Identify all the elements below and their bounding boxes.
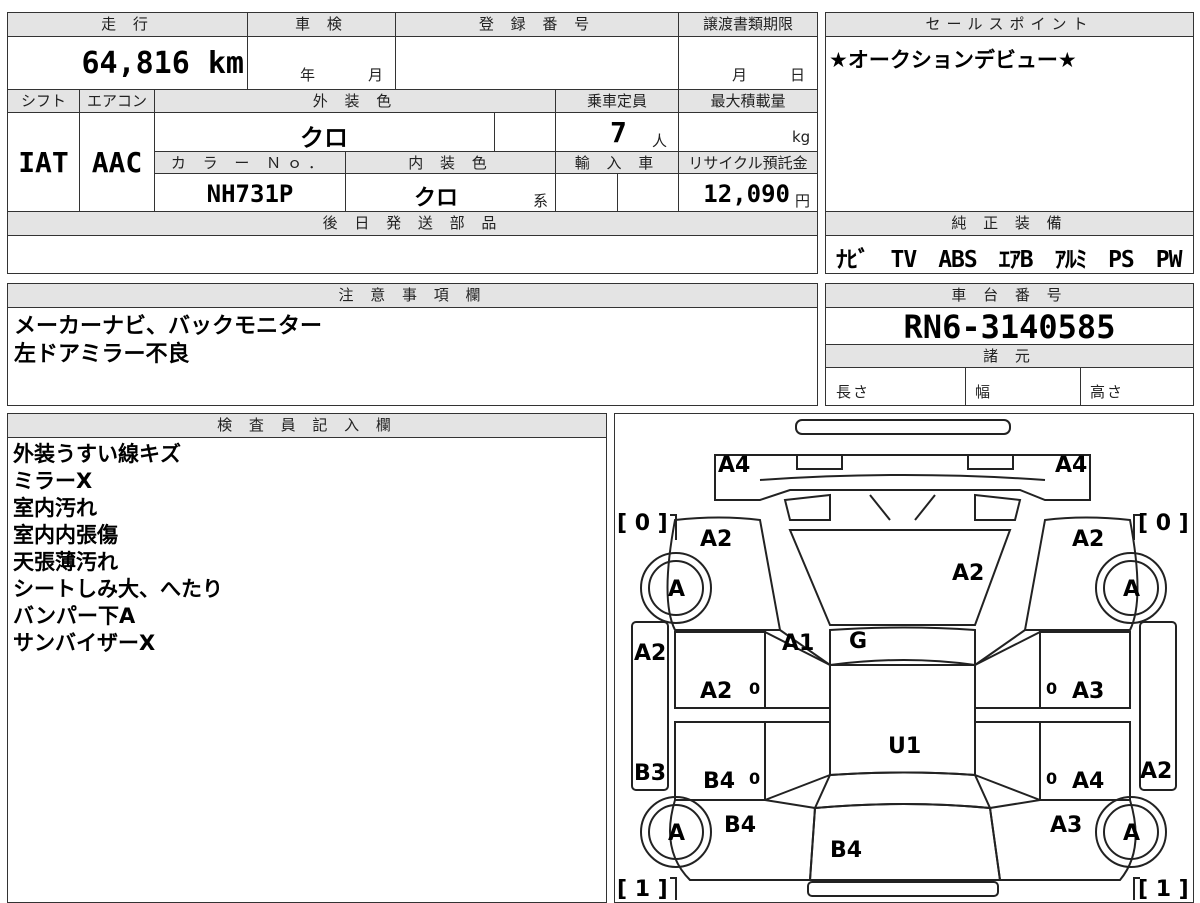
sales-point-box — [825, 12, 1194, 212]
mileage-header: 走 行 — [8, 13, 247, 37]
inspector-line-3: 室内汚れ — [13, 496, 97, 520]
inspector-line-7: バンパー下A — [13, 604, 136, 628]
capacity-header: 乗車定員 — [556, 90, 678, 113]
equipment-items: ﾅﾋﾞ TV ABS ｴｱB ｱﾙﾐ PS PW — [836, 247, 1182, 273]
sales-point-header: セールスポイント — [826, 13, 1193, 37]
interior-suffix: 系 — [533, 192, 551, 210]
shaken-month: 月 — [368, 66, 386, 84]
exterior-color-header: 外 装 色 — [155, 90, 555, 113]
label-tire-fl: [ 0 ] — [617, 511, 668, 536]
label-door-rr: A4 — [1072, 769, 1104, 794]
label-door-rl-zero: 0 — [749, 769, 760, 788]
label-tire-fr: [ 0 ] — [1138, 511, 1189, 536]
label-windshield: G — [849, 629, 867, 654]
label-quarter-right: A3 — [1050, 813, 1082, 838]
inspector-header: 検 査 員 記 入 欄 — [8, 414, 606, 438]
label-fender-fr: A2 — [1072, 527, 1104, 552]
later-parts-header: 後 日 発 送 部 品 — [8, 212, 817, 236]
exterior-color-value: クロ — [300, 124, 348, 152]
inspector-box — [7, 413, 607, 903]
doc-day: 日 — [790, 66, 808, 84]
label-roof: U1 — [888, 734, 921, 759]
shift-header: シフト — [8, 90, 79, 113]
label-quarter-left: B4 — [724, 813, 756, 838]
recycle-unit: 円 — [795, 192, 813, 210]
caution-line-2: 左ドアミラー不良 — [14, 342, 190, 367]
label-rocker-right: A2 — [1140, 759, 1172, 784]
label-rocker-left: B3 — [634, 761, 666, 786]
inspector-line-8: サンバイザーX — [13, 631, 156, 655]
label-fender-fl: A2 — [700, 527, 732, 552]
shift-value: IAT — [18, 146, 69, 179]
aircon-header: エアコン — [80, 90, 154, 113]
shaken-header: 車 検 — [248, 13, 395, 37]
doc-month: 月 — [732, 66, 750, 84]
color-no-value: NH731P — [206, 180, 294, 208]
inspector-line-5: 天張薄汚れ — [13, 550, 118, 574]
label-door-rl: B4 — [703, 769, 735, 794]
chassis-number: RN6-3140585 — [903, 308, 1116, 346]
label-door-fl: A2 — [700, 679, 732, 704]
interior-color-value: クロ — [413, 186, 458, 211]
sales-point-text: ★オークションデビュー★ — [829, 48, 1077, 72]
inspector-line-6: シートしみ大、へたり — [13, 577, 223, 601]
label-side-left: A2 — [634, 641, 666, 666]
caution-line-1: メーカーナビ、バックモニター — [14, 314, 323, 339]
label-tire-rr: [ 1 ] — [1138, 877, 1189, 900]
capacity-value: 7 — [610, 116, 627, 149]
max-load-header: 最大積載量 — [679, 90, 817, 113]
label-front-left: A4 — [718, 453, 750, 478]
spec-header: 諸 元 — [826, 344, 1193, 368]
label-wheel-fl: A — [668, 577, 685, 602]
inspector-line-2: ミラーX — [13, 469, 93, 493]
car-diagram: A4 A4 [ 0 ] [ 0 ] A2 A2 A2 A A A1 G A2 A… — [617, 419, 1189, 900]
label-wheel-rr: A — [1123, 821, 1140, 846]
label-pillar: A1 — [782, 631, 814, 656]
label-tire-rl: [ 1 ] — [617, 877, 668, 900]
label-wheel-rl: A — [668, 821, 685, 846]
import-header: 輸 入 車 — [556, 151, 678, 174]
recycle-header: リサイクル預託金 — [679, 151, 817, 174]
mileage-value: 64,816 km — [81, 46, 244, 81]
label-door-fr: A3 — [1072, 679, 1104, 704]
spec-height: 高さ — [1090, 383, 1125, 401]
label-door-fr-zero: 0 — [1046, 679, 1057, 698]
inspector-line-4: 室内内張傷 — [13, 523, 118, 547]
inspector-line-1: 外装うすい線キズ — [13, 442, 181, 466]
label-door-rr-zero: 0 — [1046, 769, 1057, 788]
aircon-value: AAC — [91, 146, 143, 179]
capacity-unit: 人 — [652, 132, 670, 150]
recycle-value: 12,090 — [703, 180, 790, 208]
label-hood: A2 — [952, 561, 984, 586]
interior-color-header: 内 装 色 — [346, 151, 555, 174]
chassis-header: 車 台 番 号 — [826, 284, 1193, 308]
label-rear: B4 — [830, 838, 862, 863]
label-wheel-fr: A — [1123, 577, 1140, 602]
label-front-right: A4 — [1055, 453, 1087, 478]
label-door-fl-zero: 0 — [749, 679, 760, 698]
document-deadline-header: 譲渡書類期限 — [679, 13, 817, 37]
max-load-unit: kg — [792, 128, 811, 146]
shaken-year: 年 — [300, 66, 318, 84]
spec-width: 幅 — [975, 383, 993, 401]
color-no-header: カ ラ ー Ｎｏ． — [155, 151, 345, 174]
equipment-header: 純 正 装 備 — [826, 212, 1193, 236]
registration-header: 登 録 番 号 — [396, 13, 678, 37]
spec-length: 長さ — [836, 383, 871, 401]
caution-header: 注 意 事 項 欄 — [8, 284, 817, 308]
